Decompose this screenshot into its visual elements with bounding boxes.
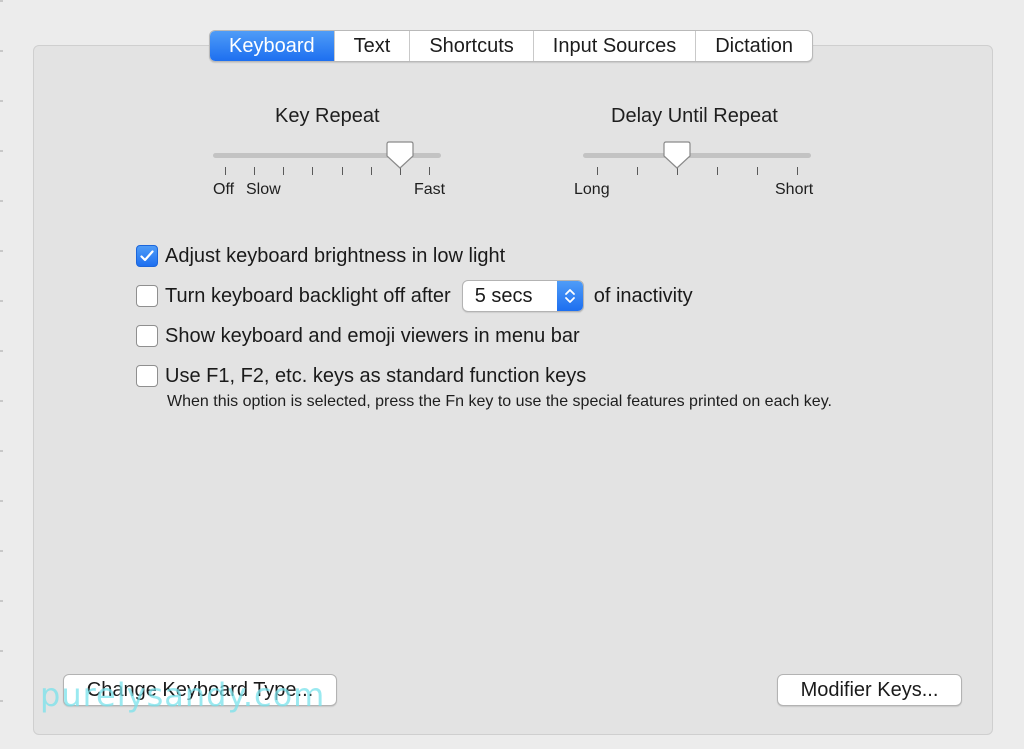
backlight-timeout-popup[interactable]: 5 secs — [461, 280, 584, 312]
delay-until-repeat-title: Delay Until Repeat — [611, 105, 778, 127]
key-repeat-label-fast: Fast — [414, 181, 446, 198]
slider-tick — [254, 167, 255, 175]
backlight-timeout-value: 5 secs — [474, 284, 533, 307]
key-repeat-title: Key Repeat — [275, 105, 380, 127]
option-backlight-off: Turn keyboard backlight off after 5 secs… — [136, 280, 693, 312]
delay-label-short: Short — [775, 181, 814, 198]
slider-tick — [312, 167, 313, 175]
slider-tick — [225, 167, 226, 175]
slider-tick — [717, 167, 718, 175]
slider-tick — [429, 167, 430, 175]
keyboard-pane — [33, 45, 993, 735]
option-show-viewers: Show keyboard and emoji viewers in menu … — [136, 324, 580, 348]
option-function-keys: Use F1, F2, etc. keys as standard functi… — [136, 364, 586, 388]
viewers-checkbox[interactable] — [136, 325, 158, 347]
brightness-checkbox[interactable] — [136, 245, 158, 267]
slider-tick — [797, 167, 798, 175]
chevron-up-down-icon — [564, 289, 575, 303]
key-repeat-slider-thumb[interactable] — [386, 140, 414, 170]
popup-arrows-icon — [556, 281, 583, 311]
brightness-label: Adjust keyboard brightness in low light — [165, 244, 506, 267]
slider-tick — [371, 167, 372, 175]
key-repeat-label-off: Off — [213, 181, 235, 198]
slider-tick — [757, 167, 758, 175]
key-repeat-label-slow: Slow — [246, 181, 281, 198]
fn-keys-hint: When this option is selected, press the … — [167, 393, 832, 410]
tab-input-sources[interactable]: Input Sources — [532, 31, 695, 61]
backlight-checkbox[interactable] — [136, 285, 158, 307]
slider-tick — [342, 167, 343, 175]
fn-keys-checkbox[interactable] — [136, 365, 158, 387]
window-edge — [0, 0, 3, 749]
slider-tick — [597, 167, 598, 175]
backlight-label: Turn keyboard backlight off after — [165, 284, 451, 307]
fn-keys-label: Use F1, F2, etc. keys as standard functi… — [165, 364, 587, 387]
delay-label-long: Long — [574, 181, 610, 198]
viewers-label: Show keyboard and emoji viewers in menu … — [165, 324, 580, 347]
watermark: purelysandy.com — [40, 676, 326, 714]
tab-bar: Keyboard Text Shortcuts Input Sources Di… — [209, 30, 814, 62]
backlight-suffix: of inactivity — [593, 284, 693, 307]
checkmark-icon — [140, 250, 154, 262]
delay-until-repeat-slider-track[interactable] — [583, 153, 811, 158]
delay-until-repeat-slider-thumb[interactable] — [663, 140, 691, 170]
tab-keyboard[interactable]: Keyboard — [210, 31, 334, 61]
tab-text[interactable]: Text — [333, 31, 410, 61]
slider-tick — [283, 167, 284, 175]
slider-tick — [637, 167, 638, 175]
tab-shortcuts[interactable]: Shortcuts — [409, 31, 532, 61]
option-keyboard-brightness: Adjust keyboard brightness in low light — [136, 244, 505, 268]
tab-dictation[interactable]: Dictation — [695, 31, 812, 61]
modifier-keys-button[interactable]: Modifier Keys... — [777, 674, 962, 706]
